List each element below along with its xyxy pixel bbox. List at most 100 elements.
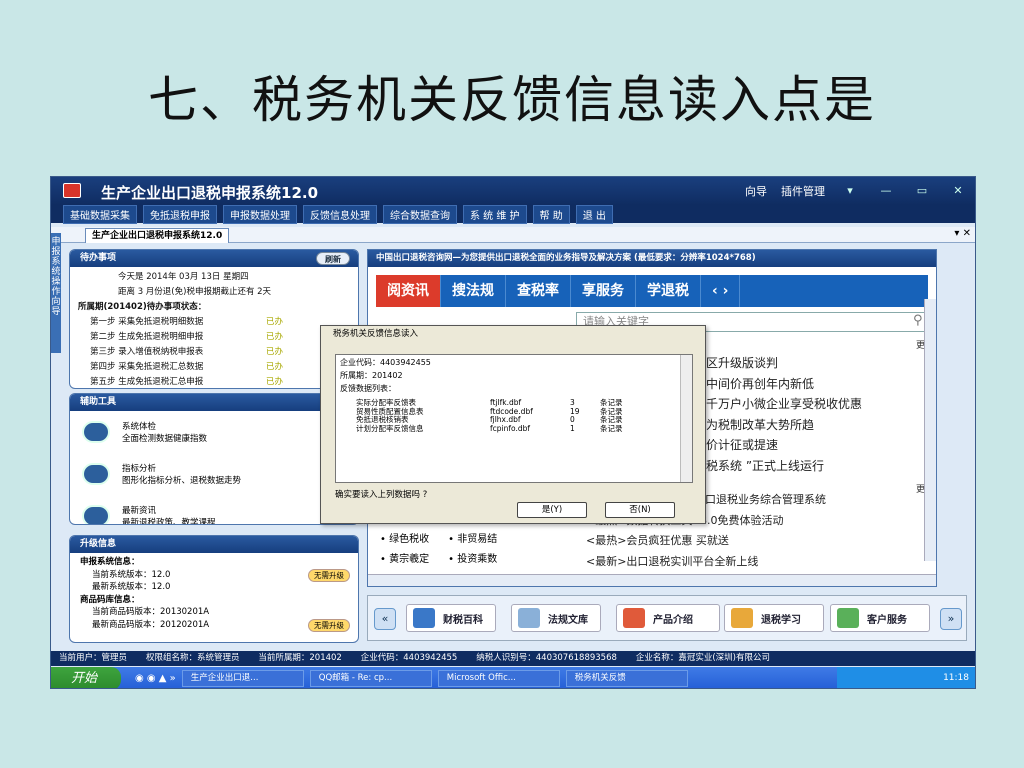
search-icon[interactable]: ⚲ xyxy=(913,313,923,328)
slide-title: 七、税务机关反馈信息读入点是 xyxy=(148,71,876,129)
quick-launch-icons[interactable]: ◉ ◉ ▲ » xyxy=(135,673,176,684)
dialog-question: 确实要读入上列数据吗 ? xyxy=(335,490,428,500)
yes-button[interactable]: 是(Y) xyxy=(517,502,587,518)
search-icon xyxy=(518,608,540,628)
start-button[interactable]: 开始 xyxy=(51,667,121,688)
tab-arrows[interactable]: ‹ › xyxy=(701,275,741,307)
upgrade-panel: 升级信息 申报系统信息： 当前系统版本：12.0 无需升级 最新系统版本：12.… xyxy=(69,535,359,643)
vertical-scrollbar[interactable] xyxy=(924,299,936,561)
restore-button[interactable]: ▭ xyxy=(911,184,933,198)
tab-news[interactable]: 阅资讯 xyxy=(376,275,441,307)
taskbar-item[interactable]: 税务机关反馈 xyxy=(565,670,688,687)
dialog-title: 税务机关反馈信息读入 xyxy=(321,326,705,342)
list-item[interactable]: 第四步 采集免抵退税汇总数据 已办 xyxy=(78,360,350,375)
plugin-manage-button[interactable]: 插件管理 xyxy=(781,183,825,199)
close-button[interactable]: ✕ xyxy=(947,184,969,198)
menu-help[interactable]: 帮 助 xyxy=(532,204,570,224)
news-item[interactable]: 成为税制改革大势所趋 xyxy=(694,415,862,436)
menu-feedback[interactable]: 反馈信息处理 xyxy=(303,204,377,224)
minimize-button[interactable]: — xyxy=(875,184,897,198)
info-header: 中国出口退税咨询网—为您提供出口退税全面的业务指导及解决方案 (最低要求：分辨率… xyxy=(368,250,936,267)
tab-service[interactable]: 享服务 xyxy=(571,275,636,307)
news-item[interactable]: 人价计征或提速 xyxy=(694,435,862,456)
list-item[interactable]: 第一步 采集免抵退税明细数据 已办 xyxy=(78,315,350,330)
link-item[interactable]: 绿色税收 xyxy=(389,534,429,545)
news-item[interactable]: <最热>会员疯狂优惠 买就送 xyxy=(578,531,826,552)
date-line: 今天是 2014年 03月 13日 星期四 xyxy=(118,272,249,282)
status-badge: 已办 xyxy=(266,332,284,342)
tab-controls[interactable]: ▾ ✕ xyxy=(954,228,971,239)
product-intro-button[interactable]: 产品介绍 xyxy=(616,604,720,632)
status-badge: 已办 xyxy=(266,377,284,387)
list-item[interactable]: 第五步 生成免抵退税汇总申报 已办 xyxy=(78,375,350,388)
menu-system[interactable]: 系 统 维 护 xyxy=(463,204,527,224)
dropdown-icon[interactable]: ▾ xyxy=(839,184,861,198)
service-icon xyxy=(837,608,859,628)
folder-icon xyxy=(731,608,753,628)
tab-rates[interactable]: 查税率 xyxy=(506,275,571,307)
tool-news[interactable]: 最新资讯最新退税政策、教学课程查 xyxy=(70,495,358,524)
clock[interactable]: 11:18 xyxy=(943,673,969,683)
menu-exit[interactable]: 退 出 xyxy=(575,204,613,224)
vertical-guide-tab[interactable]: 申报系统操作向导 xyxy=(51,233,61,353)
status-badge: 已办 xyxy=(266,362,284,372)
globe-icon xyxy=(82,505,110,524)
title-bar: 生产企业出口退税申报系统12.0 向导 插件管理 ▾ — ▭ ✕ xyxy=(51,177,975,205)
status-badge: 已办 xyxy=(266,317,284,327)
no-button[interactable]: 否(N) xyxy=(605,502,675,518)
menu-basic-data[interactable]: 基础数据采集 xyxy=(63,204,137,224)
news-item[interactable]: 贸区升级版谈判 xyxy=(694,353,862,374)
no-upgrade-badge[interactable]: 无需升级 xyxy=(308,619,350,632)
news-item[interactable]: 过千万户小微企业享受税收优惠 xyxy=(694,394,862,415)
news-item[interactable]: <最新>出口退税实训平台全新上线 xyxy=(578,552,826,573)
news-item[interactable]: 率中间价再创年内新低 xyxy=(694,374,862,395)
system-tray: 11:18 xyxy=(837,667,975,688)
tools-panel: 辅助工具 系统体检全面检测数据健康指数查 指标分析图形化指标分析、退税数据走势查… xyxy=(69,393,359,525)
list-item[interactable]: 第二步 生成免抵退税明细申报 已办 xyxy=(78,330,350,345)
link-item[interactable]: 黄宗羲定 xyxy=(389,554,429,565)
menu-bar: 基础数据采集 免抵退税申报 申报数据处理 反馈信息处理 综合数据查询 系 统 维… xyxy=(51,204,975,224)
taskbar-item[interactable]: Microsoft Offic... xyxy=(437,670,560,687)
table-row: 计划分配率反馈信息 fcpinfo.dbf 1 条记录 xyxy=(356,423,623,433)
chart-icon xyxy=(82,463,110,485)
law-library-button[interactable]: 法规文库 xyxy=(511,604,601,632)
book-icon xyxy=(413,608,435,628)
prev-button[interactable]: « xyxy=(374,608,396,630)
status-bar: 当前用户：管理员 权限组名称：系统管理员 当前所属期：201402 企业代码：4… xyxy=(51,651,975,666)
tax-learning-button[interactable]: 退税学习 xyxy=(724,604,824,632)
menu-query[interactable]: 综合数据查询 xyxy=(383,204,457,224)
nav-tabs: 阅资讯 搜法规 查税率 享服务 学退税 ‹ › xyxy=(376,275,928,307)
no-upgrade-badge[interactable]: 无需升级 xyxy=(308,569,350,582)
link-item[interactable]: 投资乘数 xyxy=(457,554,497,565)
news-item[interactable]: 办税系统 ”正式上线运行 xyxy=(694,456,862,477)
next-button[interactable]: » xyxy=(940,608,962,630)
menu-data-process[interactable]: 申报数据处理 xyxy=(223,204,297,224)
list-item[interactable]: 第三步 录入增值税纳税申报表 已办 xyxy=(78,345,350,360)
bottom-toolbar: « 财税百科 法规文库 产品介绍 退税学习 客户服务 » xyxy=(367,595,967,641)
tax-encyclopedia-button[interactable]: 财税百科 xyxy=(406,604,496,632)
tab-laws[interactable]: 搜法规 xyxy=(441,275,506,307)
customer-service-button[interactable]: 客户服务 xyxy=(830,604,930,632)
todo-panel: 待办事项 刷新 今天是 2014年 03月 13日 星期四 距离 3 月份退(免)… xyxy=(69,249,359,389)
tab-learn[interactable]: 学退税 xyxy=(636,275,701,307)
dialog-content: 企业代码：4403942455 所属期：201402 反馈数据列表： 实际分配率… xyxy=(335,354,693,483)
refresh-button[interactable]: 刷新 xyxy=(316,252,350,265)
upgrade-title: 升级信息 xyxy=(70,536,358,553)
horizontal-scrollbar[interactable] xyxy=(368,574,936,586)
tools-title: 辅助工具 xyxy=(70,394,358,411)
taskbar-item[interactable]: 生产企业出口退... xyxy=(181,670,304,687)
link-item[interactable]: 非贸易结 xyxy=(457,534,497,545)
taskbar: 开始 ◉ ◉ ▲ » 生产企业出口退... QQ邮箱 - Re: cp... M… xyxy=(51,667,975,688)
tab-main[interactable]: 生产企业出口退税申报系统12.0 xyxy=(85,228,230,243)
document-tabs: 生产企业出口退税申报系统12.0 ▾ ✕ xyxy=(51,227,975,243)
left-links: • 绿色税收 • 非贸易结 • 黄宗羲定 • 投资乘数 xyxy=(380,534,498,565)
period-line: 所属期(201402)待办事项状态： xyxy=(78,302,207,312)
guide-button[interactable]: 向导 xyxy=(745,183,767,199)
dialog-scrollbar[interactable] xyxy=(680,355,692,482)
taskbar-item[interactable]: QQ邮箱 - Re: cp... xyxy=(309,670,432,687)
app-title: 生产企业出口退税申报系统12.0 xyxy=(101,184,319,202)
tool-health-check[interactable]: 系统体检全面检测数据健康指数查 xyxy=(70,411,358,453)
menu-declare[interactable]: 免抵退税申报 xyxy=(143,204,217,224)
tool-index-analysis[interactable]: 指标分析图形化指标分析、退税数据走势查 xyxy=(70,453,358,495)
status-badge: 已办 xyxy=(266,347,284,357)
